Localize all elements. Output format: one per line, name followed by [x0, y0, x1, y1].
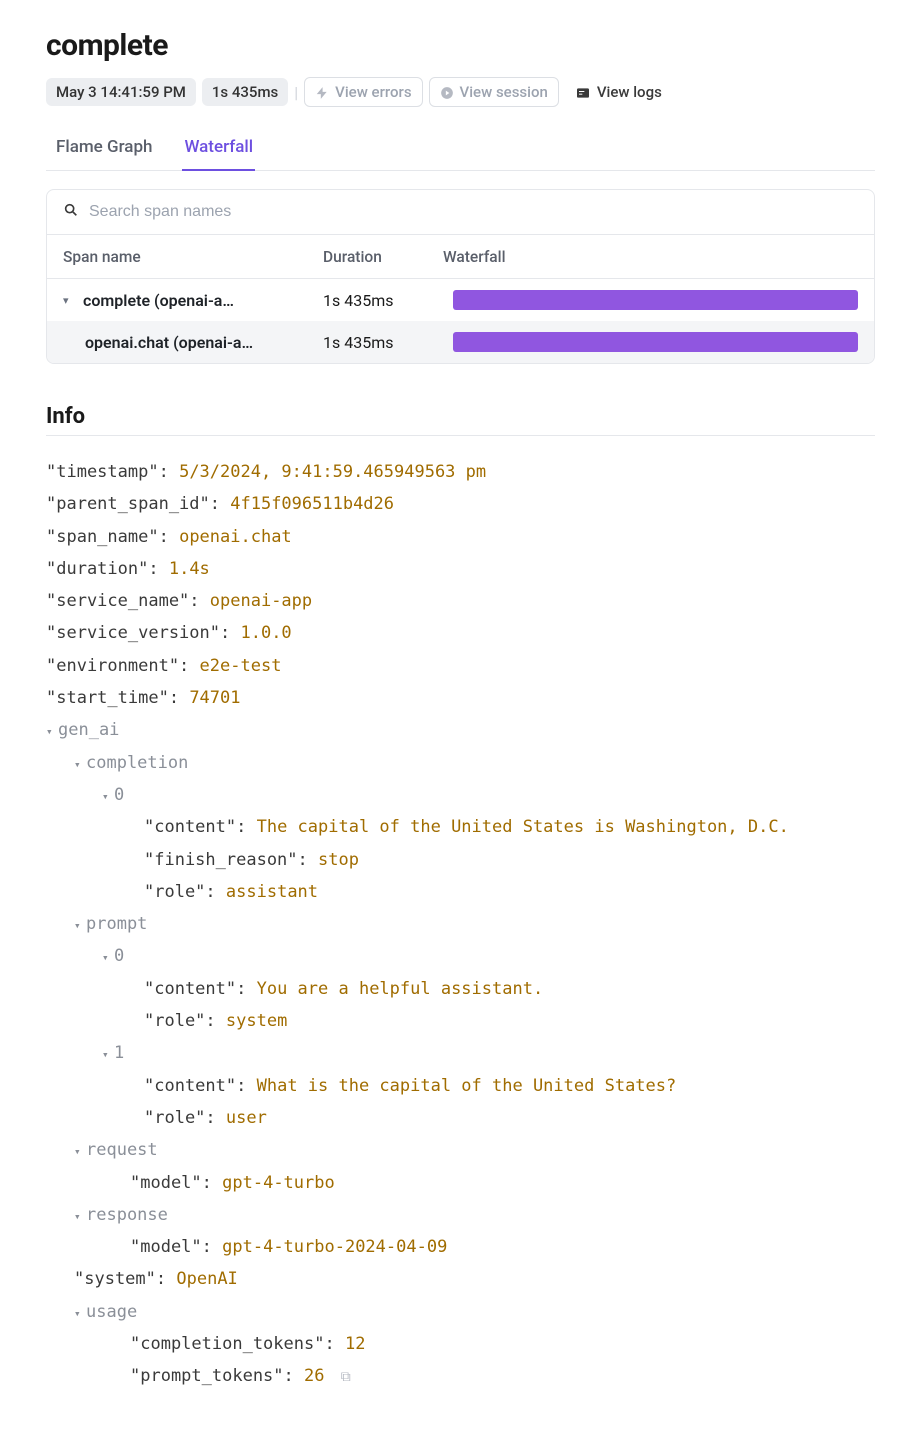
- chevron-down-icon: ▾: [74, 1207, 86, 1228]
- duration-cell: 1s 435ms: [323, 291, 443, 310]
- col-duration: Duration: [323, 248, 443, 266]
- tab-flame-graph[interactable]: Flame Graph: [54, 131, 154, 171]
- view-errors-button[interactable]: View errors: [304, 77, 422, 107]
- view-errors-label: View errors: [335, 83, 411, 101]
- tabs: Flame Graph Waterfall: [46, 131, 875, 171]
- search-input[interactable]: [89, 203, 858, 221]
- chevron-down-icon: ▾: [102, 1045, 114, 1066]
- meta-row: May 3 14:41:59 PM 1s 435ms | View errors…: [46, 77, 875, 107]
- duration-cell: 1s 435ms: [323, 333, 443, 352]
- kv-timestamp: "timestamp": 5/3/2024, 9:41:59.465949563…: [46, 456, 875, 488]
- search-icon: [63, 202, 79, 222]
- timestamp-pill: May 3 14:41:59 PM: [46, 78, 196, 106]
- chevron-down-icon: ▾: [102, 948, 114, 969]
- kv-completion-content: "content": The capital of the United Sta…: [46, 811, 875, 843]
- kv-start-time: "start_time": 74701: [46, 682, 875, 714]
- waterfall-panel: Span name Duration Waterfall ▾ complete …: [46, 189, 875, 364]
- kv-prompt1-content: "content": What is the capital of the Un…: [46, 1070, 875, 1102]
- info-divider: [46, 435, 875, 436]
- tree-usage[interactable]: ▾usage: [46, 1296, 875, 1328]
- table-row[interactable]: ▾ complete (openai-a… 1s 435ms: [47, 279, 874, 321]
- page-title: complete: [46, 28, 875, 63]
- tree-response[interactable]: ▾response: [46, 1199, 875, 1231]
- view-logs-label: View logs: [597, 83, 662, 101]
- tree-completion[interactable]: ▾completion: [46, 747, 875, 779]
- tree-prompt-0[interactable]: ▾0: [46, 940, 875, 972]
- view-session-button[interactable]: View session: [429, 77, 559, 107]
- kv-service-version: "service_version": 1.0.0: [46, 617, 875, 649]
- span-name-label: openai.chat (openai-a…: [85, 333, 253, 352]
- kv-prompt0-role: "role": system: [46, 1005, 875, 1037]
- col-waterfall: Waterfall: [443, 248, 858, 266]
- view-logs-button[interactable]: View logs: [565, 78, 672, 106]
- logs-icon: [575, 83, 591, 101]
- chevron-down-icon: ▾: [74, 916, 86, 937]
- kv-duration: "duration": 1.4s: [46, 553, 875, 585]
- chevron-down-icon: ▾: [74, 755, 86, 776]
- tree-prompt[interactable]: ▾prompt: [46, 908, 875, 940]
- info-title: Info: [46, 404, 875, 429]
- kv-prompt0-content: "content": You are a helpful assistant.: [46, 973, 875, 1005]
- tree-gen-ai[interactable]: ▾gen_ai: [46, 714, 875, 746]
- kv-span-name: "span_name": openai.chat: [46, 521, 875, 553]
- waterfall-bar: [453, 332, 858, 352]
- kv-environment: "environment": e2e-test: [46, 650, 875, 682]
- search-row: [47, 190, 874, 235]
- duration-pill: 1s 435ms: [202, 78, 288, 106]
- col-span-name: Span name: [63, 248, 323, 266]
- chevron-down-icon: ▾: [74, 1304, 86, 1325]
- info-body: "timestamp": 5/3/2024, 9:41:59.465949563…: [46, 456, 875, 1393]
- kv-prompt1-role: "role": user: [46, 1102, 875, 1134]
- chevron-down-icon[interactable]: ▾: [63, 294, 73, 307]
- play-circle-icon: [440, 83, 454, 101]
- kv-completion-finish-reason: "finish_reason": stop: [46, 844, 875, 876]
- tab-waterfall[interactable]: Waterfall: [182, 131, 255, 171]
- table-row[interactable]: openai.chat (openai-a… 1s 435ms: [47, 321, 874, 363]
- chevron-down-icon: ▾: [46, 722, 58, 743]
- kv-completion-role: "role": assistant: [46, 876, 875, 908]
- tree-request[interactable]: ▾request: [46, 1134, 875, 1166]
- kv-request-model: "model": gpt-4-turbo: [46, 1167, 875, 1199]
- span-name-label: complete (openai-a…: [83, 291, 234, 310]
- tree-completion-0[interactable]: ▾0: [46, 779, 875, 811]
- copy-icon[interactable]: ⧉: [341, 1369, 351, 1385]
- separator: |: [294, 83, 298, 102]
- chevron-down-icon: ▾: [74, 1142, 86, 1163]
- kv-parent-span-id: "parent_span_id": 4f15f096511b4d26: [46, 488, 875, 520]
- view-session-label: View session: [460, 83, 548, 101]
- kv-system: "system": OpenAI: [46, 1263, 875, 1295]
- waterfall-bar: [453, 290, 858, 310]
- kv-prompt-tokens: "prompt_tokens": 26 ⧉: [46, 1360, 875, 1392]
- lightning-icon: [315, 83, 329, 101]
- kv-response-model: "model": gpt-4-turbo-2024-04-09: [46, 1231, 875, 1263]
- kv-service-name: "service_name": openai-app: [46, 585, 875, 617]
- table-header: Span name Duration Waterfall: [47, 235, 874, 279]
- kv-completion-tokens: "completion_tokens": 12: [46, 1328, 875, 1360]
- tree-prompt-1[interactable]: ▾1: [46, 1037, 875, 1069]
- chevron-down-icon: ▾: [102, 787, 114, 808]
